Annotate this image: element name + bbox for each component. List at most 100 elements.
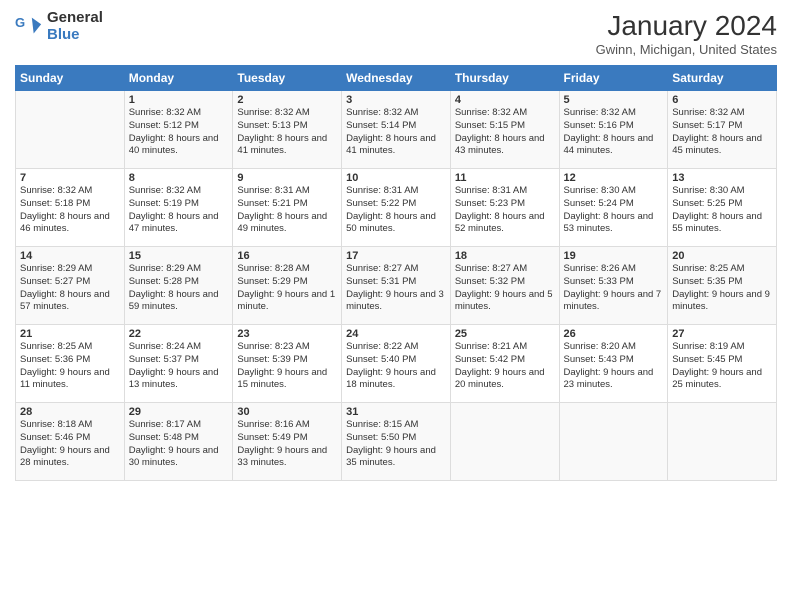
day-number: 25	[455, 328, 555, 340]
calendar-table: Sunday Monday Tuesday Wednesday Thursday…	[15, 65, 777, 481]
calendar-cell: 3 Sunrise: 8:32 AMSunset: 5:14 PMDayligh…	[342, 91, 451, 169]
calendar-cell: 8 Sunrise: 8:32 AMSunset: 5:19 PMDayligh…	[124, 169, 233, 247]
calendar-cell: 19 Sunrise: 8:26 AMSunset: 5:33 PMDaylig…	[559, 247, 668, 325]
calendar-cell: 27 Sunrise: 8:19 AMSunset: 5:45 PMDaylig…	[668, 325, 777, 403]
day-number: 16	[237, 250, 337, 262]
calendar-cell: 28 Sunrise: 8:18 AMSunset: 5:46 PMDaylig…	[16, 403, 125, 481]
day-number: 1	[129, 94, 229, 106]
day-info: Sunrise: 8:26 AMSunset: 5:33 PMDaylight:…	[564, 263, 664, 314]
calendar-cell: 21 Sunrise: 8:25 AMSunset: 5:36 PMDaylig…	[16, 325, 125, 403]
calendar-cell: 2 Sunrise: 8:32 AMSunset: 5:13 PMDayligh…	[233, 91, 342, 169]
day-info: Sunrise: 8:16 AMSunset: 5:49 PMDaylight:…	[237, 419, 337, 470]
day-info: Sunrise: 8:23 AMSunset: 5:39 PMDaylight:…	[237, 341, 337, 392]
day-number: 31	[346, 406, 446, 418]
day-info: Sunrise: 8:27 AMSunset: 5:32 PMDaylight:…	[455, 263, 555, 314]
calendar-cell: 20 Sunrise: 8:25 AMSunset: 5:35 PMDaylig…	[668, 247, 777, 325]
day-info: Sunrise: 8:25 AMSunset: 5:35 PMDaylight:…	[672, 263, 772, 314]
day-info: Sunrise: 8:31 AMSunset: 5:21 PMDaylight:…	[237, 185, 337, 236]
header-friday: Friday	[559, 66, 668, 91]
calendar-cell	[450, 403, 559, 481]
day-info: Sunrise: 8:30 AMSunset: 5:25 PMDaylight:…	[672, 185, 772, 236]
day-info: Sunrise: 8:32 AMSunset: 5:16 PMDaylight:…	[564, 107, 664, 158]
day-info: Sunrise: 8:25 AMSunset: 5:36 PMDaylight:…	[20, 341, 120, 392]
calendar-cell: 22 Sunrise: 8:24 AMSunset: 5:37 PMDaylig…	[124, 325, 233, 403]
day-info: Sunrise: 8:24 AMSunset: 5:37 PMDaylight:…	[129, 341, 229, 392]
calendar-cell: 10 Sunrise: 8:31 AMSunset: 5:22 PMDaylig…	[342, 169, 451, 247]
day-info: Sunrise: 8:17 AMSunset: 5:48 PMDaylight:…	[129, 419, 229, 470]
calendar-cell: 25 Sunrise: 8:21 AMSunset: 5:42 PMDaylig…	[450, 325, 559, 403]
calendar-cell: 23 Sunrise: 8:23 AMSunset: 5:39 PMDaylig…	[233, 325, 342, 403]
calendar-cell	[559, 403, 668, 481]
day-number: 10	[346, 172, 446, 184]
day-number: 19	[564, 250, 664, 262]
day-number: 24	[346, 328, 446, 340]
title-block: January 2024 Gwinn, Michigan, United Sta…	[596, 10, 777, 57]
day-info: Sunrise: 8:32 AMSunset: 5:15 PMDaylight:…	[455, 107, 555, 158]
day-number: 18	[455, 250, 555, 262]
calendar-week-5: 28 Sunrise: 8:18 AMSunset: 5:46 PMDaylig…	[16, 403, 777, 481]
calendar-cell: 26 Sunrise: 8:20 AMSunset: 5:43 PMDaylig…	[559, 325, 668, 403]
header-monday: Monday	[124, 66, 233, 91]
day-number: 27	[672, 328, 772, 340]
day-number: 14	[20, 250, 120, 262]
day-number: 4	[455, 94, 555, 106]
day-info: Sunrise: 8:29 AMSunset: 5:28 PMDaylight:…	[129, 263, 229, 314]
day-info: Sunrise: 8:28 AMSunset: 5:29 PMDaylight:…	[237, 263, 337, 314]
day-info: Sunrise: 8:18 AMSunset: 5:46 PMDaylight:…	[20, 419, 120, 470]
calendar-week-4: 21 Sunrise: 8:25 AMSunset: 5:36 PMDaylig…	[16, 325, 777, 403]
day-number: 6	[672, 94, 772, 106]
day-number: 22	[129, 328, 229, 340]
calendar-week-1: 1 Sunrise: 8:32 AMSunset: 5:12 PMDayligh…	[16, 91, 777, 169]
day-number: 29	[129, 406, 229, 418]
day-info: Sunrise: 8:32 AMSunset: 5:12 PMDaylight:…	[129, 107, 229, 158]
header-row: Sunday Monday Tuesday Wednesday Thursday…	[16, 66, 777, 91]
day-number: 8	[129, 172, 229, 184]
day-number: 12	[564, 172, 664, 184]
calendar-week-3: 14 Sunrise: 8:29 AMSunset: 5:27 PMDaylig…	[16, 247, 777, 325]
day-number: 17	[346, 250, 446, 262]
calendar-cell: 14 Sunrise: 8:29 AMSunset: 5:27 PMDaylig…	[16, 247, 125, 325]
calendar-cell: 16 Sunrise: 8:28 AMSunset: 5:29 PMDaylig…	[233, 247, 342, 325]
day-number: 30	[237, 406, 337, 418]
calendar-cell: 31 Sunrise: 8:15 AMSunset: 5:50 PMDaylig…	[342, 403, 451, 481]
day-info: Sunrise: 8:21 AMSunset: 5:42 PMDaylight:…	[455, 341, 555, 392]
day-info: Sunrise: 8:20 AMSunset: 5:43 PMDaylight:…	[564, 341, 664, 392]
calendar-cell: 17 Sunrise: 8:27 AMSunset: 5:31 PMDaylig…	[342, 247, 451, 325]
month-title: January 2024	[596, 10, 777, 42]
calendar-cell: 15 Sunrise: 8:29 AMSunset: 5:28 PMDaylig…	[124, 247, 233, 325]
day-info: Sunrise: 8:32 AMSunset: 5:13 PMDaylight:…	[237, 107, 337, 158]
calendar-cell: 1 Sunrise: 8:32 AMSunset: 5:12 PMDayligh…	[124, 91, 233, 169]
day-number: 11	[455, 172, 555, 184]
calendar-page: G General Blue January 2024 Gwinn, Michi…	[0, 0, 792, 612]
day-number: 23	[237, 328, 337, 340]
day-info: Sunrise: 8:32 AMSunset: 5:18 PMDaylight:…	[20, 185, 120, 236]
calendar-cell: 24 Sunrise: 8:22 AMSunset: 5:40 PMDaylig…	[342, 325, 451, 403]
calendar-week-2: 7 Sunrise: 8:32 AMSunset: 5:18 PMDayligh…	[16, 169, 777, 247]
calendar-cell	[668, 403, 777, 481]
day-number: 5	[564, 94, 664, 106]
calendar-cell: 4 Sunrise: 8:32 AMSunset: 5:15 PMDayligh…	[450, 91, 559, 169]
day-number: 2	[237, 94, 337, 106]
day-number: 28	[20, 406, 120, 418]
day-info: Sunrise: 8:22 AMSunset: 5:40 PMDaylight:…	[346, 341, 446, 392]
svg-text:G: G	[15, 15, 25, 30]
calendar-cell: 13 Sunrise: 8:30 AMSunset: 5:25 PMDaylig…	[668, 169, 777, 247]
header-saturday: Saturday	[668, 66, 777, 91]
day-info: Sunrise: 8:32 AMSunset: 5:17 PMDaylight:…	[672, 107, 772, 158]
day-number: 3	[346, 94, 446, 106]
day-info: Sunrise: 8:29 AMSunset: 5:27 PMDaylight:…	[20, 263, 120, 314]
calendar-cell	[16, 91, 125, 169]
header-wednesday: Wednesday	[342, 66, 451, 91]
header-sunday: Sunday	[16, 66, 125, 91]
day-info: Sunrise: 8:31 AMSunset: 5:22 PMDaylight:…	[346, 185, 446, 236]
calendar-cell: 30 Sunrise: 8:16 AMSunset: 5:49 PMDaylig…	[233, 403, 342, 481]
calendar-cell: 11 Sunrise: 8:31 AMSunset: 5:23 PMDaylig…	[450, 169, 559, 247]
location-subtitle: Gwinn, Michigan, United States	[596, 42, 777, 57]
calendar-cell: 5 Sunrise: 8:32 AMSunset: 5:16 PMDayligh…	[559, 91, 668, 169]
calendar-cell: 7 Sunrise: 8:32 AMSunset: 5:18 PMDayligh…	[16, 169, 125, 247]
calendar-cell: 12 Sunrise: 8:30 AMSunset: 5:24 PMDaylig…	[559, 169, 668, 247]
day-number: 13	[672, 172, 772, 184]
day-info: Sunrise: 8:15 AMSunset: 5:50 PMDaylight:…	[346, 419, 446, 470]
day-info: Sunrise: 8:27 AMSunset: 5:31 PMDaylight:…	[346, 263, 446, 314]
calendar-cell: 18 Sunrise: 8:27 AMSunset: 5:32 PMDaylig…	[450, 247, 559, 325]
